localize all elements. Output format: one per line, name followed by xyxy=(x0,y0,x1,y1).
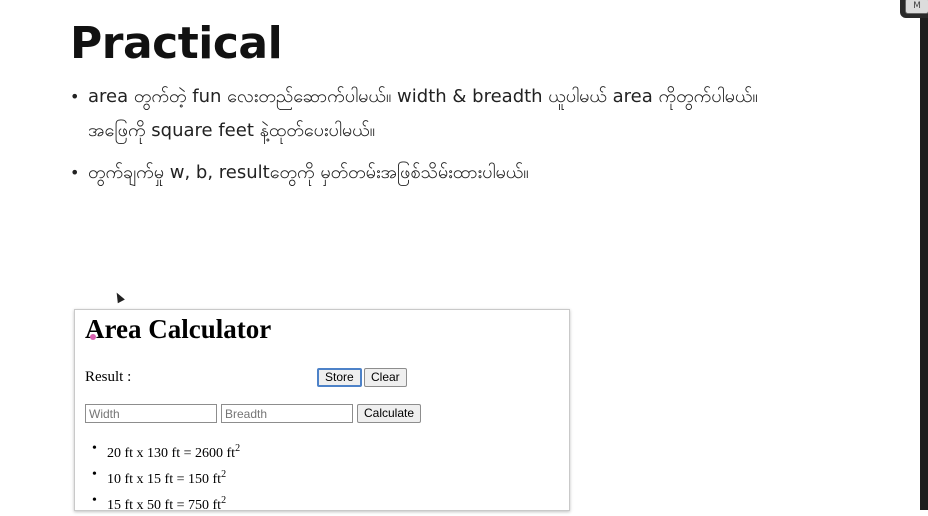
calculator-app-window: Area Calculator Result : Store Clear Cal… xyxy=(74,309,570,513)
window-edge xyxy=(920,0,928,510)
result-text: 15 ft x 50 ft = 750 ft xyxy=(107,498,222,513)
pointer-dot-icon xyxy=(90,334,96,340)
results-list: 20 ft x 130 ft = 2600 ft2 10 ft x 15 ft … xyxy=(89,438,240,516)
slide-bullet: တွက်ချက်မှု w, b, resultတွေကို မှတ်တမ်းအ… xyxy=(70,156,770,190)
result-label: Result : xyxy=(85,369,132,385)
width-input[interactable] xyxy=(85,404,217,423)
result-unit-exponent: 2 xyxy=(221,495,227,506)
clear-button[interactable]: Clear xyxy=(364,368,407,387)
mouse-cursor-icon xyxy=(113,290,125,304)
presentation-slide: Practical area တွက်တဲ့ fun လေးတည်ဆောက်ပါ… xyxy=(0,0,920,513)
app-title: Area Calculator xyxy=(85,314,272,344)
result-unit-exponent: 2 xyxy=(235,443,241,454)
calculate-button[interactable]: Calculate xyxy=(357,404,422,423)
result-text: 10 ft x 15 ft = 150 ft xyxy=(107,472,222,487)
list-item: 10 ft x 15 ft = 150 ft2 xyxy=(89,464,240,490)
list-item: 20 ft x 130 ft = 2600 ft2 xyxy=(89,438,240,464)
result-unit-exponent: 2 xyxy=(221,469,227,480)
result-text: 20 ft x 130 ft = 2600 ft xyxy=(107,446,236,461)
corner-badge[interactable]: M xyxy=(905,0,928,14)
list-item: 15 ft x 50 ft = 750 ft2 xyxy=(89,490,240,516)
breadth-input[interactable] xyxy=(221,404,353,423)
store-button[interactable]: Store xyxy=(317,368,362,387)
slide-bullet-list: area တွက်တဲ့ fun လေးတည်ဆောက်ပါမယ်။ width… xyxy=(70,80,770,198)
slide-title: Practical xyxy=(70,18,283,69)
slide-bullet: area တွက်တဲ့ fun လေးတည်ဆောက်ပါမယ်။ width… xyxy=(70,80,770,148)
